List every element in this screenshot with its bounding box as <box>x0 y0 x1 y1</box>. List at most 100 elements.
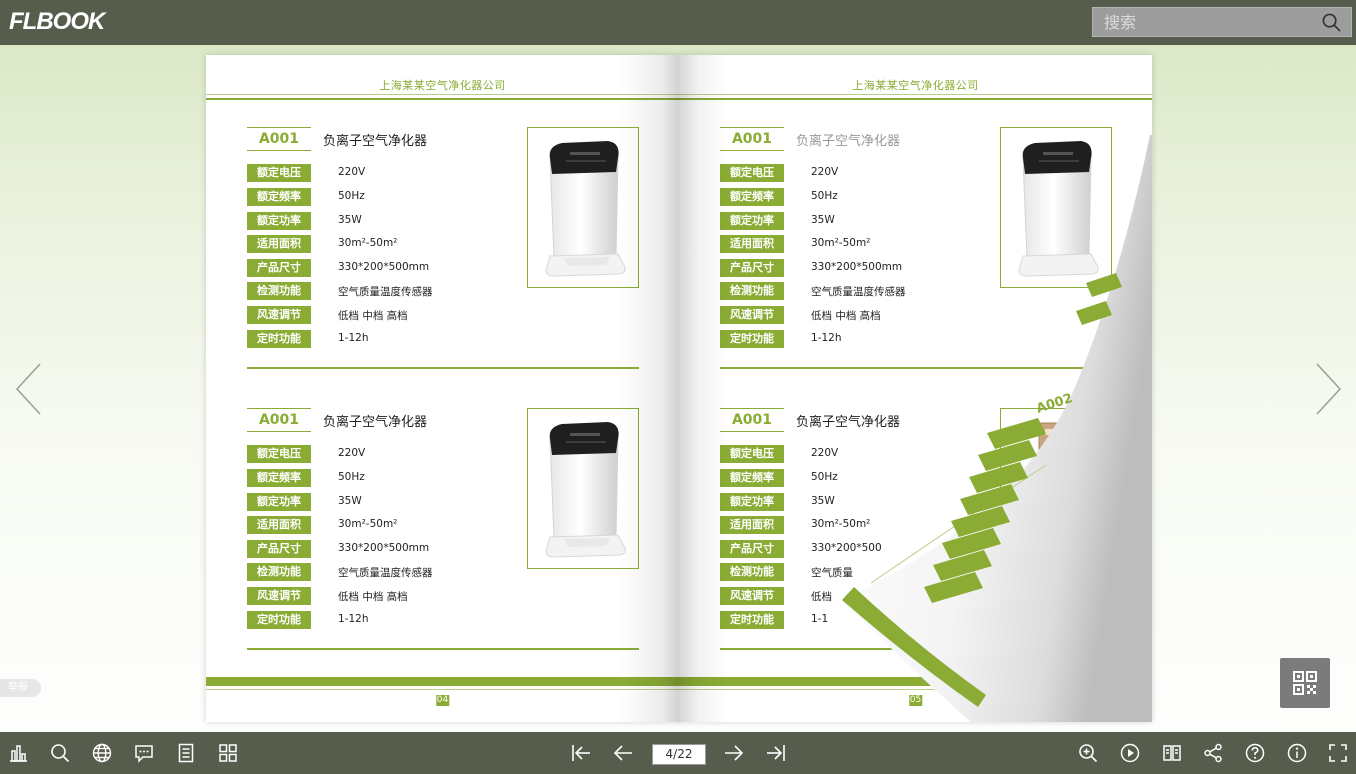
help-icon[interactable] <box>1245 743 1265 763</box>
spec-value: 空气质量 <box>811 567 853 579</box>
spec-row: 适用面积 30m²-50m² <box>247 516 497 534</box>
spec-row: 适用面积 30m²-50m² <box>720 235 970 253</box>
spec-row: 风速调节 低档 中档 高档 <box>247 306 497 324</box>
search-icon[interactable] <box>1322 13 1341 32</box>
product-card: A001 负离子空气净化器 额定电压 220V 额定频率 50Hz 额定功率 35W … <box>720 408 1112 653</box>
product-name: 负离子空气净化器 <box>796 134 901 149</box>
spec-row: 额定功率 35W <box>247 212 497 230</box>
air-purifier-image <box>1018 141 1099 277</box>
spec-label: 产品尺寸 <box>720 259 784 277</box>
play-icon[interactable] <box>1120 743 1140 763</box>
footer-bar <box>206 677 679 686</box>
product-name: 负离子空气净化器 <box>796 415 901 430</box>
prev-page-arrow[interactable] <box>14 362 44 416</box>
spec-row: 定时功能 1-12h <box>720 330 970 348</box>
spec-value: 35W <box>811 214 835 226</box>
spec-label: 额定频率 <box>720 469 784 487</box>
last-page-icon[interactable] <box>766 743 786 763</box>
spec-label: 产品尺寸 <box>247 540 311 558</box>
spec-value: 30m²-50m² <box>338 518 398 530</box>
spec-row: 额定功率 35W <box>720 493 970 511</box>
next-page-icon[interactable] <box>724 743 744 763</box>
spec-label: 检测功能 <box>247 563 311 581</box>
fullscreen-icon[interactable] <box>1328 743 1348 763</box>
footer-line <box>206 689 679 690</box>
spec-row: 检测功能 空气质量 <box>720 563 970 581</box>
first-page-icon[interactable] <box>571 743 591 763</box>
search-icon[interactable] <box>50 743 70 763</box>
spec-label: 额定功率 <box>247 212 311 230</box>
spec-row: 定时功能 1-12h <box>247 611 497 629</box>
product-card: A001 负离子空气净化器 额定电压 220V 额定频率 50Hz 额定功率 35W … <box>720 127 1112 372</box>
spec-row: 定时功能 1-1 <box>720 611 970 629</box>
page-number: 04 <box>435 695 450 706</box>
page-indicator[interactable]: 4/22 <box>652 744 706 765</box>
page-left[interactable]: 上海某某空气净化器公司 A001 负离子空气净化器 额定电压 220V 额定频率 5… <box>206 55 679 722</box>
spec-value: 空气质量温度传感器 <box>811 286 906 298</box>
spec-label: 额定功率 <box>720 493 784 511</box>
document-icon[interactable] <box>176 743 196 763</box>
globe-icon[interactable] <box>92 743 112 763</box>
air-purifier-image <box>545 141 626 277</box>
book-icon[interactable] <box>1162 743 1182 763</box>
spec-value: 330*200*500mm <box>811 261 903 273</box>
spec-row: 产品尺寸 330*200*500mm <box>720 259 970 277</box>
spec-value: 30m²-50m² <box>811 237 871 249</box>
spec-value: 330*200*500mm <box>338 261 430 273</box>
spec-value: 330*200*500 <box>811 542 882 554</box>
spec-label: 适用面积 <box>247 516 311 534</box>
spec-row: 额定电压 220V <box>720 445 970 463</box>
spec-value: 220V <box>338 447 366 459</box>
product-image <box>527 408 639 569</box>
chart-icon[interactable] <box>8 743 28 763</box>
spec-value: 330*200*500mm <box>338 542 430 554</box>
header-line <box>679 94 1152 95</box>
spec-row: 额定频率 50Hz <box>247 469 497 487</box>
spec-label: 额定功率 <box>247 493 311 511</box>
product-code: A001 <box>720 408 784 432</box>
product-image <box>1000 408 1112 569</box>
zoom-in-icon[interactable] <box>1078 743 1098 763</box>
company-name: 上海某某空气净化器公司 <box>379 79 506 92</box>
share-icon[interactable] <box>1203 743 1223 763</box>
header-line <box>679 98 1152 100</box>
product-card: A001 负离子空气净化器 额定电压 220V 额定频率 50Hz 额定功率 35W … <box>247 408 639 653</box>
spec-row: 产品尺寸 330*200*500 <box>720 540 970 558</box>
comment-icon[interactable] <box>134 743 154 763</box>
spec-value: 35W <box>338 214 362 226</box>
spec-row: 检测功能 空气质量温度传感器 <box>247 282 497 300</box>
air-purifier-gold-image <box>1033 422 1097 561</box>
spec-label: 定时功能 <box>720 611 784 629</box>
spec-value: 220V <box>811 166 839 178</box>
spec-row: 检测功能 空气质量温度传感器 <box>247 563 497 581</box>
spec-row: 额定电压 220V <box>720 164 970 182</box>
header-line <box>206 94 679 95</box>
app-logo[interactable]: FLBOOK <box>9 9 105 35</box>
spec-row: 额定电压 220V <box>247 164 497 182</box>
spec-row: 产品尺寸 330*200*500mm <box>247 540 497 558</box>
spec-row: 额定频率 50Hz <box>247 188 497 206</box>
product-divider <box>720 367 1112 369</box>
spec-label: 适用面积 <box>720 516 784 534</box>
grid-icon[interactable] <box>218 743 238 763</box>
prev-page-icon[interactable] <box>613 743 633 763</box>
product-divider <box>247 648 639 650</box>
info-icon[interactable] <box>1287 743 1307 763</box>
next-page-arrow[interactable] <box>1313 362 1343 416</box>
spec-label: 风速调节 <box>247 306 311 324</box>
qr-code-button[interactable] <box>1280 658 1330 708</box>
spec-row: 额定功率 35W <box>247 493 497 511</box>
search-input[interactable] <box>1093 8 1317 36</box>
footer-line <box>679 689 1152 690</box>
report-tip[interactable]: 举报 <box>0 679 41 697</box>
spec-label: 定时功能 <box>720 330 784 348</box>
flipbook[interactable]: 上海某某空气净化器公司 A001 负离子空气净化器 额定电压 220V 额定频率 5… <box>206 55 1152 722</box>
search-box[interactable] <box>1092 7 1352 37</box>
product-divider <box>720 648 1112 650</box>
company-name: 上海某某空气净化器公司 <box>852 79 979 92</box>
spec-value: 1-12h <box>811 332 842 344</box>
spec-label: 定时功能 <box>247 611 311 629</box>
footer-bar <box>679 677 1152 686</box>
page-right[interactable]: 上海某某空气净化器公司 A001 负离子空气净化器 额定电压 220V 额定频率 5… <box>679 55 1152 722</box>
air-purifier-image <box>545 422 626 558</box>
